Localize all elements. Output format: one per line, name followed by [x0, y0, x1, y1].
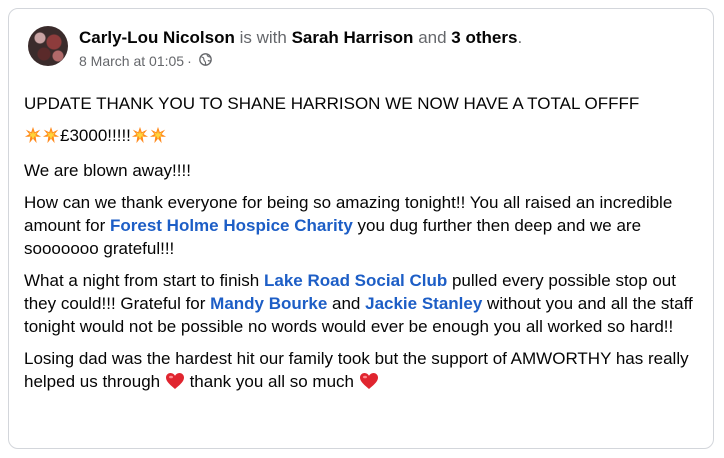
period: . [517, 28, 523, 47]
and-text: and [418, 28, 447, 47]
total-amount: £3000!!!!! [60, 126, 131, 145]
post-timestamp[interactable]: 8 March at 01:05 [79, 52, 184, 70]
forest-holme-hospice-link[interactable]: Forest Holme Hospice Charity [110, 216, 353, 235]
jackie-stanley-link[interactable]: Jackie Stanley [365, 294, 482, 313]
paragraph-6: Losing dad was the hardest hit our famil… [24, 347, 704, 396]
red-heart-icon [359, 372, 379, 396]
with-text: is with [239, 28, 287, 47]
tagged-others-link[interactable]: 3 others [451, 28, 517, 47]
author-avatar[interactable] [28, 26, 68, 66]
author-line: Carly-Lou Nicolson is with Sarah Harriso… [79, 28, 522, 48]
paragraph-5-text-a: What a night from start to finish [24, 271, 264, 290]
paragraph-5-text-c: and [327, 294, 366, 313]
collision-icon [131, 126, 149, 150]
post-card: Carly-Lou Nicolson is with Sarah Harriso… [8, 8, 714, 449]
tagged-person[interactable]: Sarah Harrison [292, 28, 414, 47]
paragraph-5: What a night from start to finish Lake R… [24, 269, 704, 338]
paragraph-2: £3000!!!!! [24, 124, 704, 150]
globe-icon[interactable] [198, 52, 212, 70]
collision-icon [24, 126, 42, 150]
lake-road-social-club-link[interactable]: Lake Road Social Club [264, 271, 447, 290]
paragraph-3: We are blown away!!!! [24, 161, 191, 180]
collision-icon [42, 126, 60, 150]
post-body: UPDATE THANK YOU TO SHANE HARRISON WE NO… [24, 92, 704, 405]
paragraph-6-text-b: thank you all so much [184, 372, 359, 391]
post-meta: Carly-Lou Nicolson is with Sarah Harriso… [79, 28, 522, 70]
author-name[interactable]: Carly-Lou Nicolson [79, 28, 235, 47]
separator-dot: · [187, 53, 192, 69]
timestamp-line: 8 March at 01:05 · [79, 52, 522, 70]
paragraph-4: How can we thank everyone for being so a… [24, 191, 704, 260]
red-heart-icon [165, 372, 185, 396]
mandy-bourke-link[interactable]: Mandy Bourke [210, 294, 327, 313]
paragraph-1: UPDATE THANK YOU TO SHANE HARRISON WE NO… [24, 94, 640, 113]
collision-icon [149, 126, 167, 150]
